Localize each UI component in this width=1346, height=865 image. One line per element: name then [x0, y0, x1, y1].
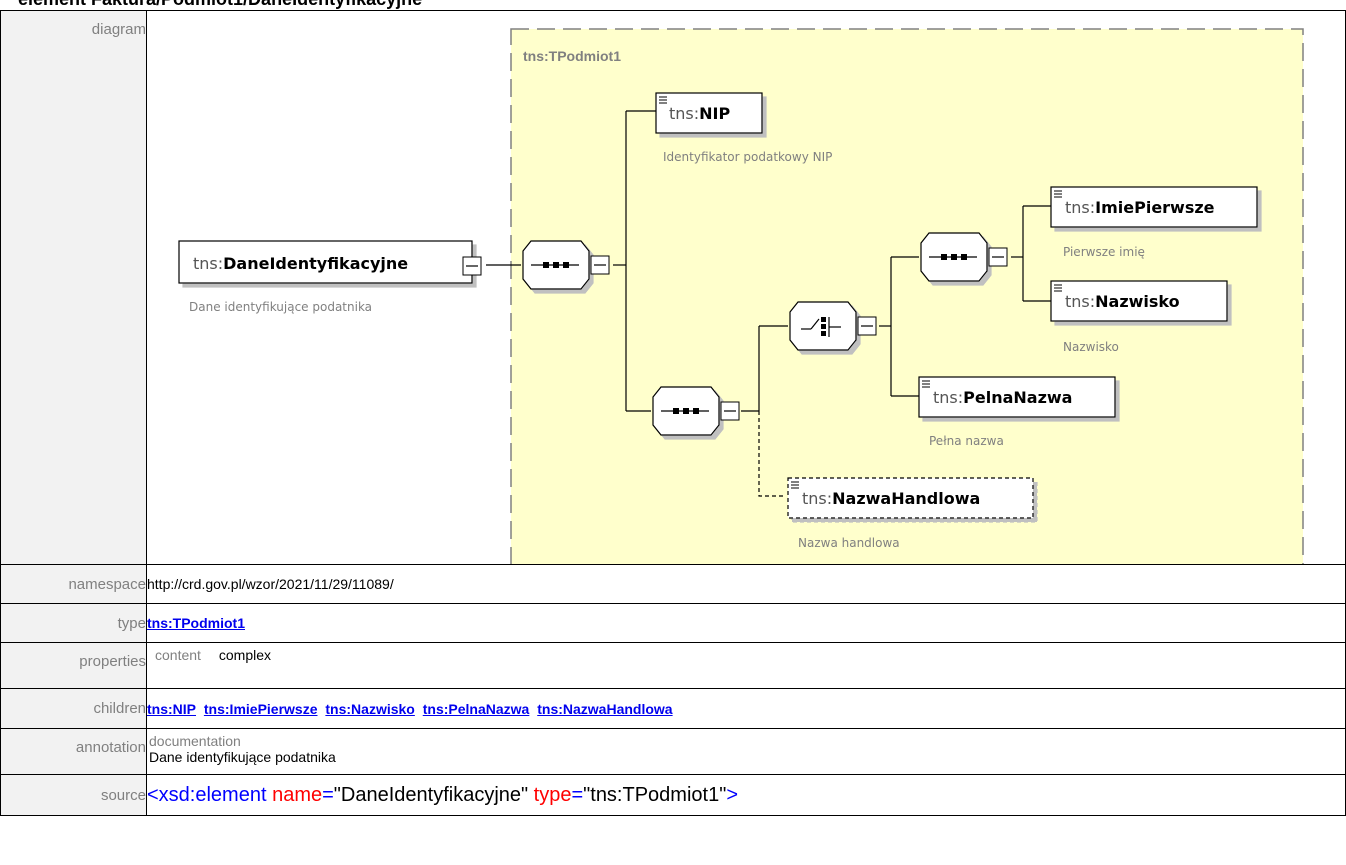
- schema-table: diagram tns:TPodmiot1 tns:DaneIdentyfika…: [0, 10, 1346, 816]
- group-label: tns:TPodmiot1: [523, 48, 621, 64]
- child-link-nazwisko[interactable]: tns:Nazwisko: [325, 701, 414, 717]
- element-nip[interactable]: tns:NIP: [655, 92, 763, 134]
- namespace-value: http://crd.gov.pl/wzor/2021/11/29/11089/: [146, 564, 1346, 604]
- type-label: type: [0, 603, 147, 643]
- handlowa-doc: Nazwa handlowa: [798, 536, 900, 550]
- children-label: children: [0, 688, 147, 729]
- property-value: complex: [218, 647, 272, 663]
- source-row: source <xsd:element name="DaneIdentyfika…: [0, 774, 1346, 816]
- type-link[interactable]: tns:TPodmiot1: [147, 615, 245, 631]
- annotation-value: Dane identyfikujące podatnika: [149, 749, 336, 765]
- diagram-row: diagram tns:TPodmiot1 tns:DaneIdentyfika…: [0, 10, 1346, 565]
- svg-text:tns:DaneIdentyfikacyjne: tns:DaneIdentyfikacyjne: [193, 254, 408, 273]
- source-label: source: [0, 774, 147, 816]
- annotation-key: documentation: [149, 733, 241, 749]
- element-nazwa-handlowa[interactable]: tns:NazwaHandlowa: [787, 477, 1034, 519]
- children-row: children tns:NIP tns:ImiePierwsze tns:Na…: [0, 688, 1346, 729]
- child-link-nazwa-handlowa[interactable]: tns:NazwaHandlowa: [537, 701, 672, 717]
- svg-text:tns:PelnaNazwa: tns:PelnaNazwa: [933, 388, 1072, 407]
- element-pelna-nazwa[interactable]: tns:PelnaNazwa: [918, 376, 1116, 418]
- svg-text:tns:Nazwisko: tns:Nazwisko: [1065, 292, 1180, 311]
- source-code: <xsd:element name="DaneIdentyfikacyjne" …: [146, 774, 1346, 816]
- nip-doc: Identyfikator podatkowy NIP: [663, 150, 832, 164]
- annotation-row: annotation documentation Dane identyfiku…: [0, 728, 1346, 775]
- diagram-label: diagram: [0, 10, 147, 565]
- nazwisko-doc: Nazwisko: [1063, 340, 1119, 354]
- namespace-row: namespace http://crd.gov.pl/wzor/2021/11…: [0, 564, 1346, 604]
- svg-text:tns:NazwaHandlowa: tns:NazwaHandlowa: [802, 489, 980, 508]
- svg-text:tns:NIP: tns:NIP: [669, 104, 730, 123]
- property-content: content complex: [155, 647, 1345, 663]
- child-link-imie-pierwsze[interactable]: tns:ImiePierwsze: [204, 701, 318, 717]
- child-link-nip[interactable]: tns:NIP: [147, 701, 196, 717]
- page-title: element Faktura/Podmiot1/DaneIdentyfikac…: [18, 0, 422, 10]
- properties-label: properties: [0, 642, 147, 689]
- pelna-doc: Pełna nazwa: [929, 434, 1004, 448]
- diagram-cell: tns:TPodmiot1 tns:DaneIdentyfikacyjne Da…: [146, 10, 1346, 565]
- element-imie-pierwsze[interactable]: tns:ImiePierwsze: [1050, 186, 1258, 228]
- namespace-label: namespace: [0, 564, 147, 604]
- property-key: content: [155, 647, 201, 663]
- annotation-label: annotation: [0, 728, 147, 775]
- svg-text:tns:ImiePierwsze: tns:ImiePierwsze: [1065, 198, 1215, 217]
- child-link-pelna-nazwa[interactable]: tns:PelnaNazwa: [423, 701, 530, 717]
- element-nazwisko[interactable]: tns:Nazwisko: [1050, 280, 1228, 322]
- schema-diagram: tns:TPodmiot1 tns:DaneIdentyfikacyjne Da…: [178, 28, 1304, 564]
- root-element[interactable]: tns:DaneIdentyfikacyjne: [178, 240, 482, 284]
- type-row: type tns:TPodmiot1: [0, 603, 1346, 643]
- imie-doc: Pierwsze imię: [1063, 245, 1145, 259]
- properties-row: properties content complex: [0, 642, 1346, 689]
- root-doc: Dane identyfikujące podatnika: [189, 300, 372, 314]
